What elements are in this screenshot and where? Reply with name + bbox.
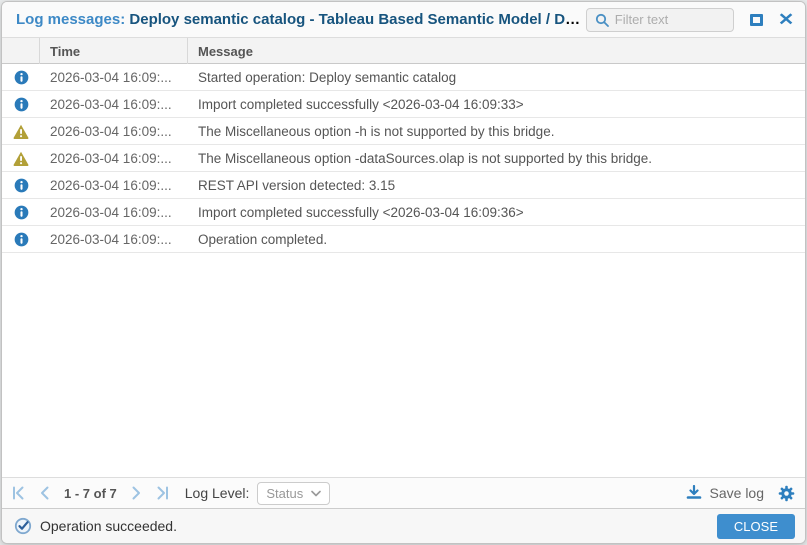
log-level-label: Log Level: xyxy=(185,485,250,501)
log-row-6[interactable]: 2026-03-04 16:09:...Import completed suc… xyxy=(2,199,805,226)
row-message: REST API version detected: 3.15 xyxy=(188,178,805,193)
chevron-down-icon xyxy=(311,490,321,497)
info-icon xyxy=(14,97,29,112)
next-page-icon[interactable] xyxy=(127,484,145,502)
title-operation: Deploy semantic catalog - Tableau Based … xyxy=(129,11,585,28)
info-icon xyxy=(14,70,29,85)
row-message: The Miscellaneous option -h is not suppo… xyxy=(188,124,805,139)
row-time: 2026-03-04 16:09:... xyxy=(40,205,188,220)
first-page-icon[interactable] xyxy=(10,484,28,502)
row-time: 2026-03-04 16:09:... xyxy=(40,124,188,139)
row-severity-cell xyxy=(2,124,40,139)
download-icon[interactable] xyxy=(686,485,702,501)
close-button[interactable]: CLOSE xyxy=(717,514,795,539)
row-time: 2026-03-04 16:09:... xyxy=(40,70,188,85)
status-bar: Operation succeeded. CLOSE xyxy=(2,508,805,543)
log-level-value: Status xyxy=(266,486,303,501)
pagination-bar: 1 - 7 of 7 Log Level: Status Save log xyxy=(2,477,805,508)
log-level-select[interactable]: Status xyxy=(257,482,330,505)
row-severity-cell xyxy=(2,70,40,85)
row-time: 2026-03-04 16:09:... xyxy=(40,97,188,112)
log-row-3[interactable]: 2026-03-04 16:09:...The Miscellaneous op… xyxy=(2,118,805,145)
row-severity-cell xyxy=(2,151,40,166)
gear-icon[interactable] xyxy=(778,485,795,502)
pagination-count: 1 - 7 of 7 xyxy=(64,486,117,501)
log-row-4[interactable]: 2026-03-04 16:09:...The Miscellaneous op… xyxy=(2,145,805,172)
row-severity-cell xyxy=(2,232,40,247)
filter-box[interactable] xyxy=(586,8,734,32)
row-message: The Miscellaneous option -dataSources.ol… xyxy=(188,151,805,166)
column-header-icon xyxy=(2,38,40,64)
info-icon xyxy=(14,232,29,247)
row-time: 2026-03-04 16:09:... xyxy=(40,178,188,193)
dialog-title: Log messages: Deploy semantic catalog - … xyxy=(16,11,586,28)
column-header-time[interactable]: Time xyxy=(40,38,188,64)
last-page-icon[interactable] xyxy=(153,484,171,502)
row-message: Import completed successfully <2026-03-0… xyxy=(188,97,805,112)
row-message: Operation completed. xyxy=(188,232,805,247)
warning-icon xyxy=(13,151,29,166)
row-message: Import completed successfully <2026-03-0… xyxy=(188,205,805,220)
row-time: 2026-03-04 16:09:... xyxy=(40,151,188,166)
log-row-7[interactable]: 2026-03-04 16:09:...Operation completed. xyxy=(2,226,805,253)
close-icon[interactable]: ✕ xyxy=(778,11,794,28)
info-icon xyxy=(14,178,29,193)
info-icon xyxy=(14,205,29,220)
warning-icon xyxy=(13,124,29,139)
row-severity-cell xyxy=(2,205,40,220)
title-prefix: Log messages: xyxy=(16,11,125,28)
save-log-button[interactable]: Save log xyxy=(710,485,764,501)
table-header: Time Message xyxy=(2,38,805,64)
log-row-2[interactable]: 2026-03-04 16:09:...Import completed suc… xyxy=(2,91,805,118)
status-message: Operation succeeded. xyxy=(40,518,177,534)
search-icon xyxy=(595,13,609,27)
success-check-icon xyxy=(14,517,32,535)
row-severity-cell xyxy=(2,178,40,193)
row-message: Started operation: Deploy semantic catal… xyxy=(188,70,805,85)
title-bar: Log messages: Deploy semantic catalog - … xyxy=(2,2,805,38)
filter-input[interactable] xyxy=(615,12,725,27)
log-row-1[interactable]: 2026-03-04 16:09:...Started operation: D… xyxy=(2,64,805,91)
row-severity-cell xyxy=(2,97,40,112)
log-messages-dialog: Log messages: Deploy semantic catalog - … xyxy=(1,1,806,544)
column-header-message[interactable]: Message xyxy=(188,38,805,64)
log-row-5[interactable]: 2026-03-04 16:09:...REST API version det… xyxy=(2,172,805,199)
row-time: 2026-03-04 16:09:... xyxy=(40,232,188,247)
maximize-icon[interactable] xyxy=(750,14,763,26)
previous-page-icon[interactable] xyxy=(36,484,54,502)
log-table-body: 2026-03-04 16:09:...Started operation: D… xyxy=(2,64,805,477)
